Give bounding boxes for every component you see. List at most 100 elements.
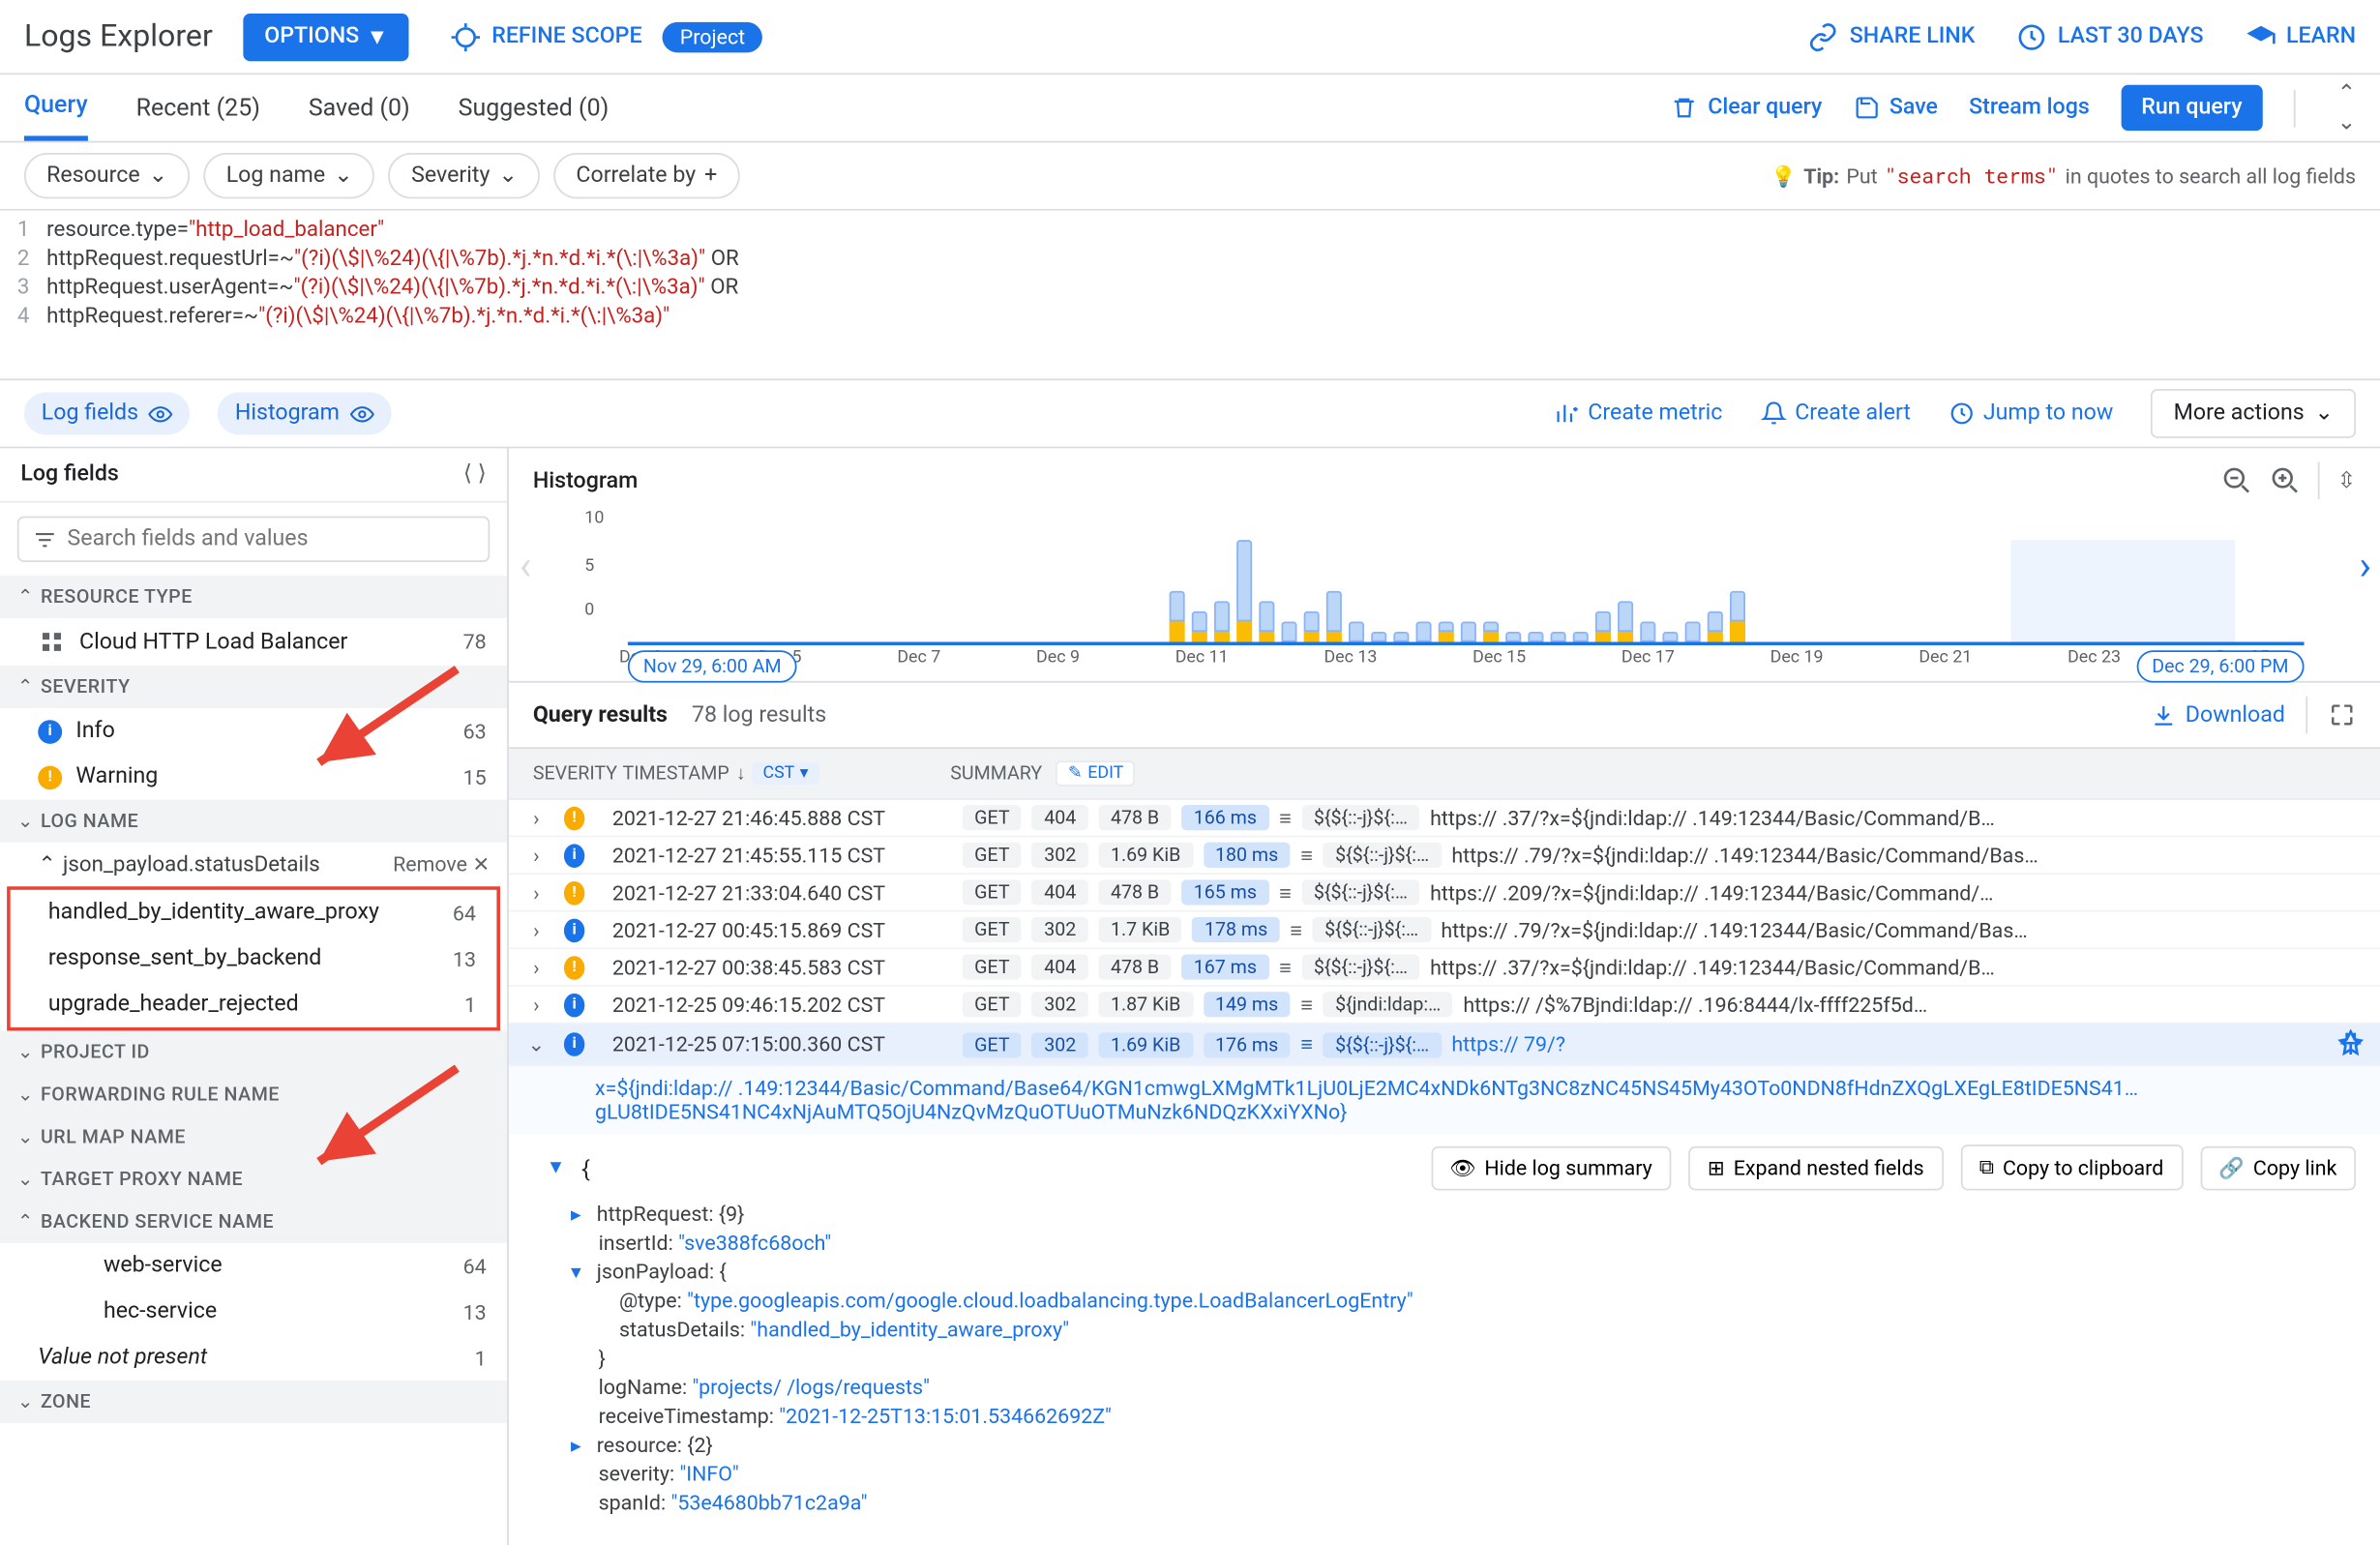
hist-bar[interactable] — [1304, 611, 1320, 642]
hist-bar[interactable] — [1170, 591, 1185, 642]
chip-logname[interactable]: Log name⌄ — [204, 153, 375, 198]
run-query-button[interactable]: Run query — [2121, 85, 2263, 131]
remove-field[interactable]: Remove✕ — [393, 852, 490, 876]
more-actions[interactable]: More actions ⌄ — [2151, 389, 2356, 438]
zoom-out-icon[interactable] — [2221, 465, 2252, 496]
field-value-3[interactable]: upgrade_header_rejected1 — [11, 982, 497, 1027]
section-urlmap[interactable]: ⌄URL MAP NAME — [0, 1115, 507, 1158]
section-backend[interactable]: ⌃BACKEND SERVICE NAME — [0, 1201, 507, 1243]
th-timestamp[interactable]: Timestamp ↓ CST▾ — [612, 758, 923, 789]
create-alert[interactable]: Create alert — [1761, 401, 1911, 426]
hist-next[interactable]: › — [2359, 542, 2371, 589]
filter-icon[interactable]: ≡ — [1300, 844, 1313, 868]
chip-resource[interactable]: Resource⌄ — [24, 153, 190, 198]
panel-expand-icon[interactable]: ⟨ ⟩ — [463, 461, 487, 487]
pin-icon[interactable] — [2335, 1029, 2366, 1060]
chevron-down-icon[interactable]: ⌄ — [522, 1032, 550, 1056]
hist-bar[interactable] — [1236, 540, 1252, 641]
expand-icon[interactable]: ⇳ — [2337, 468, 2356, 493]
tab-suggested[interactable]: Suggested (0) — [459, 77, 610, 138]
log-row[interactable]: ›i2021-12-27 00:45:15.869 CSTGET3021.7 K… — [509, 912, 2380, 950]
zoom-in-icon[interactable] — [2270, 465, 2301, 496]
download-button[interactable]: Download — [2151, 702, 2285, 728]
log-row[interactable]: ›!2021-12-27 21:46:45.888 CSTGET404478 B… — [509, 800, 2380, 838]
jump-to-now[interactable]: Jump to now — [1949, 401, 2113, 426]
hist-bar[interactable] — [1259, 601, 1274, 641]
th-severity[interactable]: Severity — [522, 758, 595, 789]
hist-bar[interactable] — [1505, 632, 1521, 642]
hist-bar[interactable] — [1483, 621, 1499, 641]
chevron-right-icon[interactable]: › — [522, 993, 550, 1017]
section-fwd[interactable]: ⌄FORWARDING RULE NAME — [0, 1073, 507, 1115]
chip-correlate[interactable]: Correlate by+ — [553, 153, 739, 198]
tab-saved[interactable]: Saved (0) — [309, 77, 410, 138]
query-editor[interactable]: 1234 resource.type="http_load_balancer"h… — [0, 211, 2380, 381]
section-zone[interactable]: ⌄ZONE — [0, 1381, 507, 1423]
fullscreen-icon[interactable] — [2329, 701, 2357, 728]
create-metric[interactable]: Create metric — [1554, 401, 1723, 426]
chevron-right-icon[interactable]: › — [522, 955, 550, 979]
log-row[interactable]: ›!2021-12-27 21:33:04.640 CSTGET404478 B… — [509, 875, 2380, 912]
hist-bar[interactable] — [1192, 611, 1207, 642]
section-resource-type[interactable]: ⌃RESOURCE TYPE — [0, 576, 507, 618]
sev-warn-row[interactable]: ! Warning 15 — [0, 754, 507, 799]
field-value-2[interactable]: response_sent_by_backend13 — [11, 936, 497, 981]
filter-icon[interactable]: ≡ — [1300, 993, 1313, 1017]
fields-search[interactable] — [17, 517, 490, 562]
expand-nested[interactable]: ⊞Expand nested fields — [1688, 1145, 1943, 1190]
value-not-present[interactable]: Value not present1 — [0, 1335, 507, 1381]
hist-bar[interactable] — [1349, 621, 1364, 641]
field-value-1[interactable]: handled_by_identity_aware_proxy64 — [11, 890, 497, 936]
hist-bar[interactable] — [1393, 632, 1409, 642]
toggle-logfields[interactable]: Log fields — [24, 392, 191, 434]
share-link[interactable]: SHARE LINK — [1808, 21, 1975, 52]
hist-prev[interactable]: ‹ — [520, 542, 532, 589]
backend-2[interactable]: hec-service13 — [0, 1289, 507, 1334]
hist-bar[interactable] — [1214, 601, 1230, 641]
save-query[interactable]: Save — [1853, 95, 1938, 120]
scope-pill[interactable]: Project — [663, 21, 762, 52]
copy-link[interactable]: 🔗Copy link — [2200, 1145, 2356, 1190]
chevron-right-icon[interactable]: › — [522, 806, 550, 830]
hist-bar[interactable] — [1461, 621, 1476, 641]
log-row-expanded[interactable]: ⌄ i 2021-12-25 07:15:00.360 CST GET 302 … — [509, 1024, 2380, 1066]
hist-bar[interactable] — [1439, 621, 1454, 641]
hist-bar[interactable] — [1618, 601, 1633, 641]
learn-link[interactable]: LEARN — [2245, 21, 2356, 52]
edit-summary[interactable]: ✎EDIT — [1056, 760, 1135, 786]
hist-brush[interactable] — [2011, 540, 2236, 645]
hist-bar[interactable] — [1640, 621, 1655, 641]
chevron-right-icon[interactable]: › — [522, 844, 550, 868]
hist-bar[interactable] — [1528, 632, 1543, 642]
copy-clipboard[interactable]: ⧉Copy to clipboard — [1960, 1144, 2183, 1190]
hist-bar[interactable] — [1326, 591, 1342, 642]
section-severity[interactable]: ⌃SEVERITY — [0, 666, 507, 708]
stream-logs[interactable]: Stream logs — [1969, 95, 2090, 120]
filter-icon[interactable]: ≡ — [1300, 1032, 1313, 1056]
hist-bar[interactable] — [1281, 621, 1296, 641]
log-row[interactable]: ›!2021-12-27 00:38:45.583 CSTGET404478 B… — [509, 949, 2380, 987]
log-row[interactable]: ›i2021-12-25 09:46:15.202 CSTGET3021.87 … — [509, 987, 2380, 1025]
json-path-row[interactable]: ⌃ json_payload.statusDetails Remove✕ — [0, 843, 507, 887]
filter-icon[interactable]: ≡ — [1279, 880, 1292, 905]
backend-1[interactable]: web-service64 — [0, 1243, 507, 1289]
hist-bar[interactable] — [1551, 632, 1566, 642]
chevron-down-icon[interactable]: ▾ — [550, 1155, 562, 1180]
hist-bar[interactable] — [1416, 621, 1432, 641]
chevron-right-icon[interactable]: › — [522, 918, 550, 942]
hist-end-flag[interactable]: Dec 29, 6:00 PM — [2136, 650, 2304, 682]
resource-lb[interactable]: Cloud HTTP Load Balancer 78 — [0, 618, 507, 666]
hist-bar[interactable] — [1662, 632, 1678, 642]
filter-icon[interactable]: ≡ — [1279, 955, 1292, 979]
hist-bar[interactable] — [1573, 632, 1589, 642]
chevron-right-icon[interactable]: › — [522, 880, 550, 905]
section-targetproxy[interactable]: ⌄TARGET PROXY NAME — [0, 1158, 507, 1201]
filter-icon[interactable]: ≡ — [1279, 806, 1292, 830]
hist-start-flag[interactable]: Nov 29, 6:00 AM — [628, 650, 797, 682]
log-row[interactable]: ›i2021-12-27 21:45:55.115 CSTGET3021.69 … — [509, 837, 2380, 875]
hist-bar[interactable] — [1595, 611, 1611, 642]
hist-bar[interactable] — [1371, 632, 1386, 642]
time-range[interactable]: LAST 30 DAYS — [2016, 21, 2203, 52]
tab-recent[interactable]: Recent (25) — [136, 77, 260, 138]
section-logname[interactable]: ⌄LOG NAME — [0, 800, 507, 843]
